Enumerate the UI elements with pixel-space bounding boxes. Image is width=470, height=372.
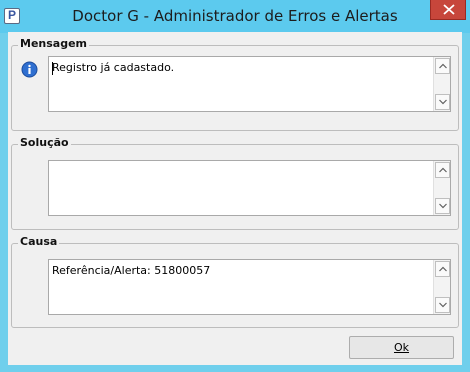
solution-textbox[interactable]	[48, 160, 451, 216]
chevron-up-icon	[439, 266, 447, 272]
cause-text: Referência/Alerta: 51800057	[52, 264, 211, 277]
window-title: Doctor G - Administrador de Erros e Aler…	[72, 7, 398, 25]
info-icon	[21, 61, 38, 78]
chevron-down-icon	[439, 302, 447, 308]
ok-button[interactable]: Ok	[349, 336, 454, 359]
cause-textbox[interactable]: Referência/Alerta: 51800057	[48, 259, 451, 315]
solution-scrollbar[interactable]	[433, 161, 450, 215]
chevron-up-icon	[439, 167, 447, 173]
scroll-down-button[interactable]	[435, 94, 450, 110]
scroll-up-button[interactable]	[435, 58, 450, 74]
chevron-down-icon	[439, 203, 447, 209]
group-causa: Causa Referência/Alerta: 51800057	[11, 235, 459, 328]
scroll-down-button[interactable]	[435, 297, 450, 313]
dialog-body: Mensagem Registro já cadastado. Solução …	[8, 32, 462, 365]
message-textbox[interactable]: Registro já cadastado.	[48, 56, 451, 112]
group-mensagem: Mensagem Registro já cadastado.	[11, 37, 459, 131]
title-bar[interactable]: P Doctor G - Administrador de Erros e Al…	[0, 0, 470, 33]
ok-button-label: Ok	[393, 341, 410, 354]
chevron-up-icon	[439, 63, 447, 69]
group-label-mensagem: Mensagem	[18, 37, 90, 50]
chevron-down-icon	[439, 99, 447, 105]
scroll-up-button[interactable]	[435, 162, 450, 178]
scroll-up-button[interactable]	[435, 261, 450, 277]
group-label-causa: Causa	[18, 235, 60, 248]
scroll-down-button[interactable]	[435, 198, 450, 214]
dialog-window: P Doctor G - Administrador de Erros e Al…	[0, 0, 470, 372]
message-scrollbar[interactable]	[433, 57, 450, 111]
cause-scrollbar[interactable]	[433, 260, 450, 314]
message-text: Registro já cadastado.	[52, 61, 175, 74]
close-button[interactable]	[430, 0, 466, 20]
group-solucao: Solução	[11, 136, 459, 230]
group-label-solucao: Solução	[18, 136, 71, 149]
close-icon	[443, 4, 455, 15]
window-frame-bottom	[0, 365, 470, 372]
